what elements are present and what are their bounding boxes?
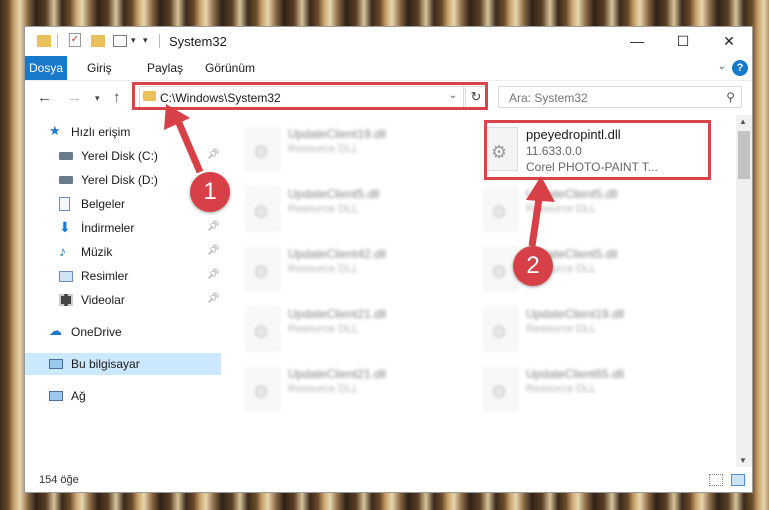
arrow-1 — [172, 114, 204, 174]
arrow-2-head — [526, 176, 555, 202]
step-1-badge: 1 — [190, 172, 230, 212]
step-2-badge: 2 — [513, 246, 553, 286]
annotation-arrows — [164, 104, 555, 247]
